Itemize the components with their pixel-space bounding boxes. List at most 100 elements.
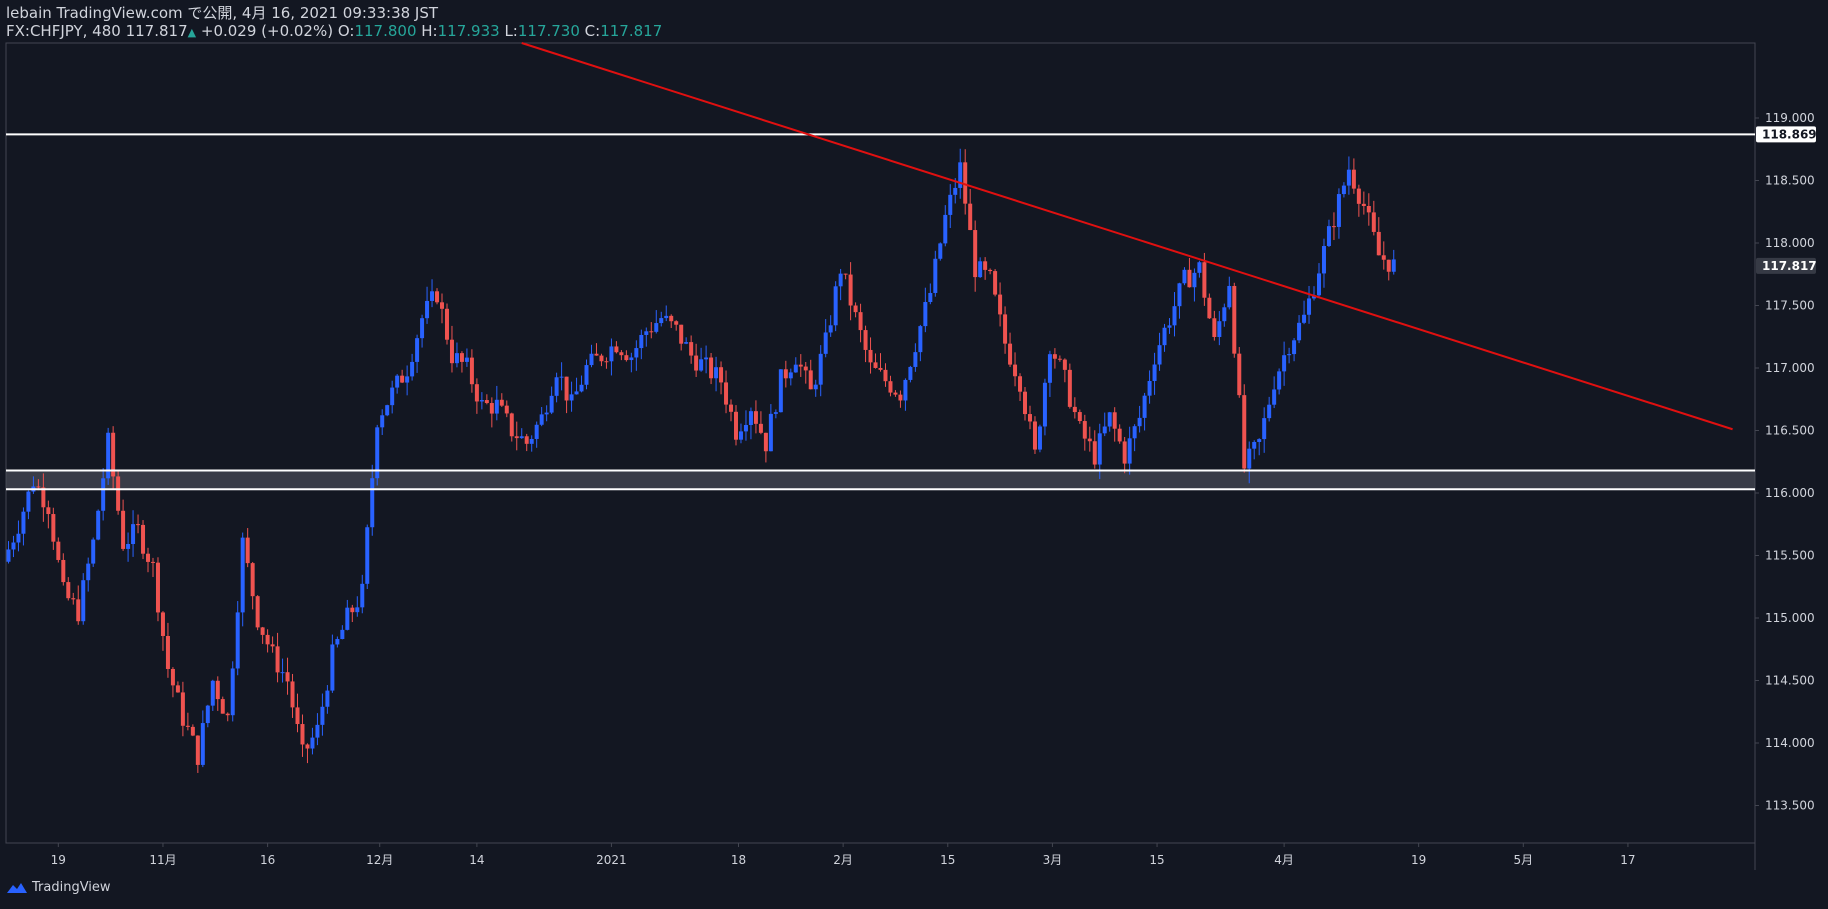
candle-body bbox=[1057, 358, 1062, 360]
candle-body bbox=[1341, 185, 1346, 195]
candle-body bbox=[270, 644, 275, 647]
candle-body bbox=[1137, 417, 1142, 427]
y-tick-label: 116.000 bbox=[1765, 486, 1815, 500]
candle-body bbox=[11, 542, 16, 550]
candle-body bbox=[514, 436, 519, 439]
candle-body bbox=[180, 692, 185, 726]
candle-body bbox=[71, 598, 76, 600]
candle-body bbox=[918, 326, 923, 353]
candle-body bbox=[724, 382, 729, 405]
candle-body bbox=[619, 352, 624, 356]
x-tick-label: 15 bbox=[1149, 853, 1164, 867]
x-tick-label: 14 bbox=[469, 853, 484, 867]
candle-body bbox=[400, 375, 405, 383]
candle-body bbox=[729, 404, 734, 412]
candle-body bbox=[689, 342, 694, 356]
candle-body bbox=[290, 681, 295, 708]
candle-body bbox=[230, 668, 235, 716]
candle-body bbox=[215, 680, 220, 700]
candle-body bbox=[1326, 226, 1331, 247]
y-tick-label: 116.500 bbox=[1765, 424, 1815, 438]
candle-body bbox=[1292, 340, 1297, 355]
candle-body bbox=[121, 510, 126, 549]
candle-body bbox=[748, 411, 753, 425]
x-tick-label: 18 bbox=[731, 853, 746, 867]
candle-body bbox=[753, 411, 758, 424]
candle-body bbox=[828, 325, 833, 333]
candle-body bbox=[913, 352, 918, 367]
candle-body bbox=[1082, 421, 1087, 439]
candle-body bbox=[175, 685, 180, 693]
candle-body bbox=[923, 302, 928, 327]
candle-body bbox=[126, 544, 131, 549]
candle-body bbox=[629, 357, 634, 361]
candle-body bbox=[444, 308, 449, 340]
candle-body bbox=[544, 412, 549, 415]
candle-body bbox=[684, 342, 689, 344]
candle-body bbox=[1376, 231, 1381, 256]
candle-body bbox=[863, 330, 868, 350]
candle-body bbox=[250, 563, 255, 597]
candle-body bbox=[195, 735, 200, 765]
x-tick-label: 5月 bbox=[1513, 853, 1533, 867]
candle-body bbox=[160, 612, 165, 636]
candle-body bbox=[489, 403, 494, 414]
tradingview-branding[interactable]: TradingView bbox=[6, 880, 111, 895]
candle-body bbox=[1267, 404, 1272, 419]
candle-body bbox=[1142, 395, 1147, 418]
candle-body bbox=[803, 366, 808, 371]
candle-body bbox=[330, 644, 335, 691]
candle-body bbox=[674, 321, 679, 325]
candle-body bbox=[415, 338, 420, 362]
candle-body bbox=[1366, 205, 1371, 213]
price-chart[interactable]: 113.500 114.000 114.500 115.000 115.500 116.0… bbox=[0, 0, 1828, 909]
candle-body bbox=[190, 726, 195, 736]
candle-body bbox=[1282, 355, 1287, 372]
candle-body bbox=[644, 331, 649, 335]
candle-body bbox=[529, 438, 534, 444]
candle-body bbox=[1177, 283, 1182, 307]
candle-body bbox=[1157, 345, 1162, 365]
candle-body bbox=[440, 302, 445, 309]
candle-body bbox=[1242, 395, 1247, 469]
y-tick-label: 114.500 bbox=[1765, 674, 1815, 688]
candle-body bbox=[310, 737, 315, 749]
candle-body bbox=[255, 596, 260, 628]
candle-body bbox=[1207, 297, 1212, 319]
candle-body bbox=[245, 537, 250, 564]
candle-body bbox=[1077, 412, 1082, 422]
candle-body bbox=[484, 400, 489, 404]
candle-body bbox=[1037, 426, 1042, 450]
candle-body bbox=[1027, 414, 1032, 422]
candle-body bbox=[1072, 406, 1077, 413]
candle-body bbox=[405, 376, 410, 383]
candle-body bbox=[474, 384, 479, 402]
candle-body bbox=[853, 305, 858, 313]
candle-body bbox=[903, 379, 908, 401]
candle-body bbox=[1371, 212, 1376, 232]
candle-body bbox=[1147, 381, 1152, 396]
candle-body bbox=[66, 582, 71, 599]
candle-body bbox=[150, 561, 155, 563]
candle-body bbox=[240, 537, 245, 613]
candle-body bbox=[624, 355, 629, 361]
candle-body bbox=[1032, 421, 1037, 450]
candle-body bbox=[933, 258, 938, 293]
candle-body bbox=[469, 357, 474, 385]
candle-body bbox=[848, 274, 853, 306]
candle-body bbox=[509, 413, 514, 437]
y-tick-label: 115.000 bbox=[1765, 611, 1815, 625]
candle-body bbox=[793, 364, 798, 373]
candle-body bbox=[1187, 269, 1192, 288]
candle-body bbox=[315, 724, 320, 738]
candle-body bbox=[948, 194, 953, 215]
candle-body bbox=[1356, 188, 1361, 204]
candle-body bbox=[569, 394, 574, 401]
candle-body bbox=[235, 612, 240, 669]
price-label-last: 117.817 bbox=[1762, 259, 1817, 273]
candle-body bbox=[714, 367, 719, 379]
candle-body bbox=[659, 318, 664, 324]
candle-body bbox=[1023, 391, 1028, 415]
candle-body bbox=[788, 372, 793, 379]
candle-body bbox=[938, 243, 943, 259]
